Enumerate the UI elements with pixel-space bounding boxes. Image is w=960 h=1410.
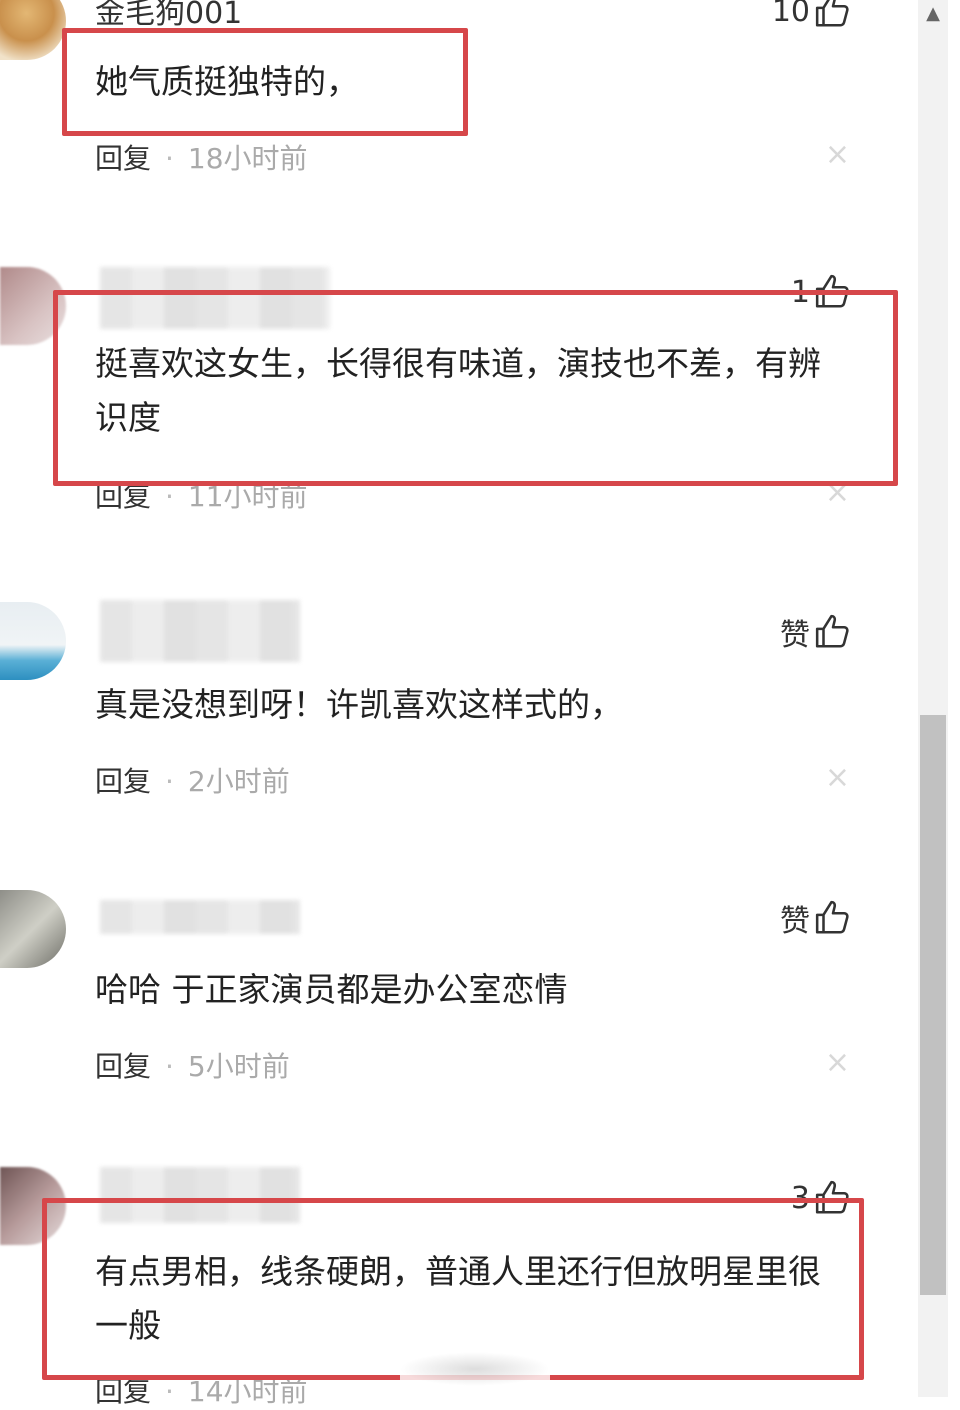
like-button[interactable]: 10 [772,0,852,30]
comment-text: 真是没想到呀！许凯喜欢这样式的， [95,685,623,724]
like-button[interactable]: 赞 [780,610,852,654]
like-count: 10 [771,0,810,29]
scrollbar-thumb[interactable] [920,715,946,1295]
scroll-up-icon[interactable]: ▲ [918,0,948,30]
timestamp: 5小时前 [187,1050,290,1083]
highlight-box [53,290,898,486]
username-blurred [100,600,300,662]
watermark [400,1352,550,1386]
comment-meta: 回复 · 2小时前 [95,760,290,800]
timestamp: 18小时前 [187,142,308,175]
comment-meta: 回复 · 18小时前 [95,137,308,177]
avatar[interactable] [0,0,66,60]
separator-dot: · [165,765,174,798]
comment-meta: 回复 · 5小时前 [95,1045,290,1085]
separator-dot: · [165,1050,174,1083]
like-count: 赞 [780,618,810,653]
avatar[interactable] [0,890,66,968]
avatar[interactable] [0,602,66,680]
timestamp: 2小时前 [187,765,290,798]
username-blurred [100,900,300,934]
comment-4: 赞 哈哈 于正家演员都是办公室恋情 回复 · 5小时前 × [0,888,910,1118]
comment-text: 哈哈 于正家演员都是办公室恋情 [95,970,568,1009]
reply-button[interactable]: 回复 [95,1050,151,1083]
close-icon[interactable]: × [825,137,850,172]
like-button[interactable]: 赞 [780,896,852,940]
reply-button[interactable]: 回复 [95,142,151,175]
reply-button[interactable]: 回复 [95,765,151,798]
close-icon[interactable]: × [825,760,850,795]
thumbs-up-icon [815,0,849,27]
thumbs-up-icon [815,900,849,934]
close-icon[interactable]: × [825,1045,850,1080]
highlight-box [62,28,468,136]
thumbs-up-icon [815,614,849,648]
like-count: 赞 [780,904,810,939]
separator-dot: · [165,142,174,175]
comment-3: 赞 真是没想到呀！许凯喜欢这样式的， 回复 · 2小时前 × [0,600,910,830]
